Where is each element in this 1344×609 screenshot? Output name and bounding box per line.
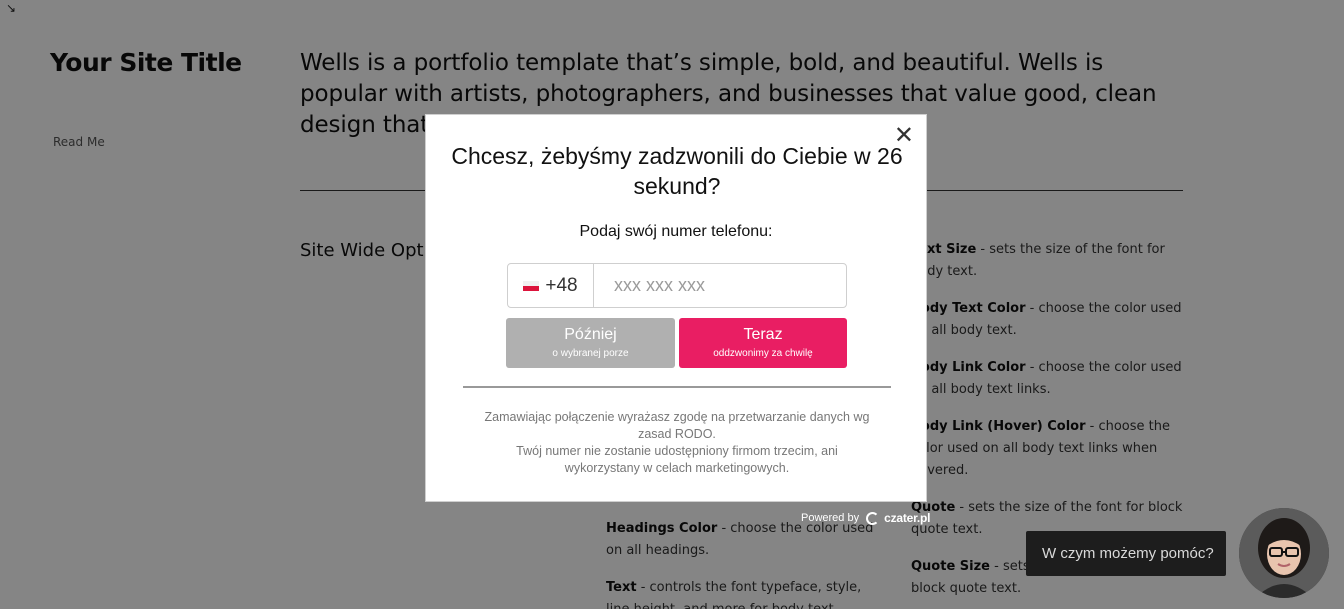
phone-input[interactable] (594, 264, 846, 307)
poland-flag-icon (523, 280, 540, 291)
powered-by-brand: czater.pl (884, 511, 931, 525)
country-code: +48 (545, 274, 578, 296)
callback-modal: ✕ Chcesz, żebyśmy zadzwonili do Ciebie w… (425, 114, 927, 502)
consent-text: Zamawiając połączenie wyrażasz zgodę na … (481, 409, 873, 477)
modal-subtitle: Podaj swój numer telefonu: (579, 223, 773, 240)
agent-avatar[interactable] (1239, 508, 1329, 598)
phone-field: +48 (507, 263, 847, 308)
powered-by[interactable]: Powered by czater.pl (801, 511, 931, 525)
call-now-button-sublabel: oddzwonimy za chwilę (713, 348, 813, 359)
modal-divider (463, 386, 891, 388)
modal-title: Chcesz, żebyśmy zadzwonili do Ciebie w 2… (451, 143, 903, 199)
country-code-selector[interactable]: +48 (508, 264, 594, 307)
czater-logo-icon (866, 511, 880, 525)
call-now-button-label: Teraz (743, 326, 783, 343)
agent-avatar-illustration (1239, 508, 1329, 598)
consent-line: Twój numer nie zostanie udostępniony fir… (516, 444, 838, 475)
call-now-button[interactable]: Teraz oddzwonimy za chwilę (679, 318, 847, 368)
later-button-label: Później (564, 326, 617, 343)
later-button-sublabel: o wybranej porze (552, 348, 629, 359)
consent-line: Zamawiając połączenie wyrażasz zgodę na … (484, 410, 870, 441)
chat-bubble[interactable]: W czym możemy pomóc? (1026, 531, 1226, 576)
chat-bubble-text: W czym możemy pomóc? (1042, 545, 1214, 562)
powered-by-label: Powered by (801, 512, 860, 524)
later-button[interactable]: Później o wybranej porze (506, 318, 675, 368)
